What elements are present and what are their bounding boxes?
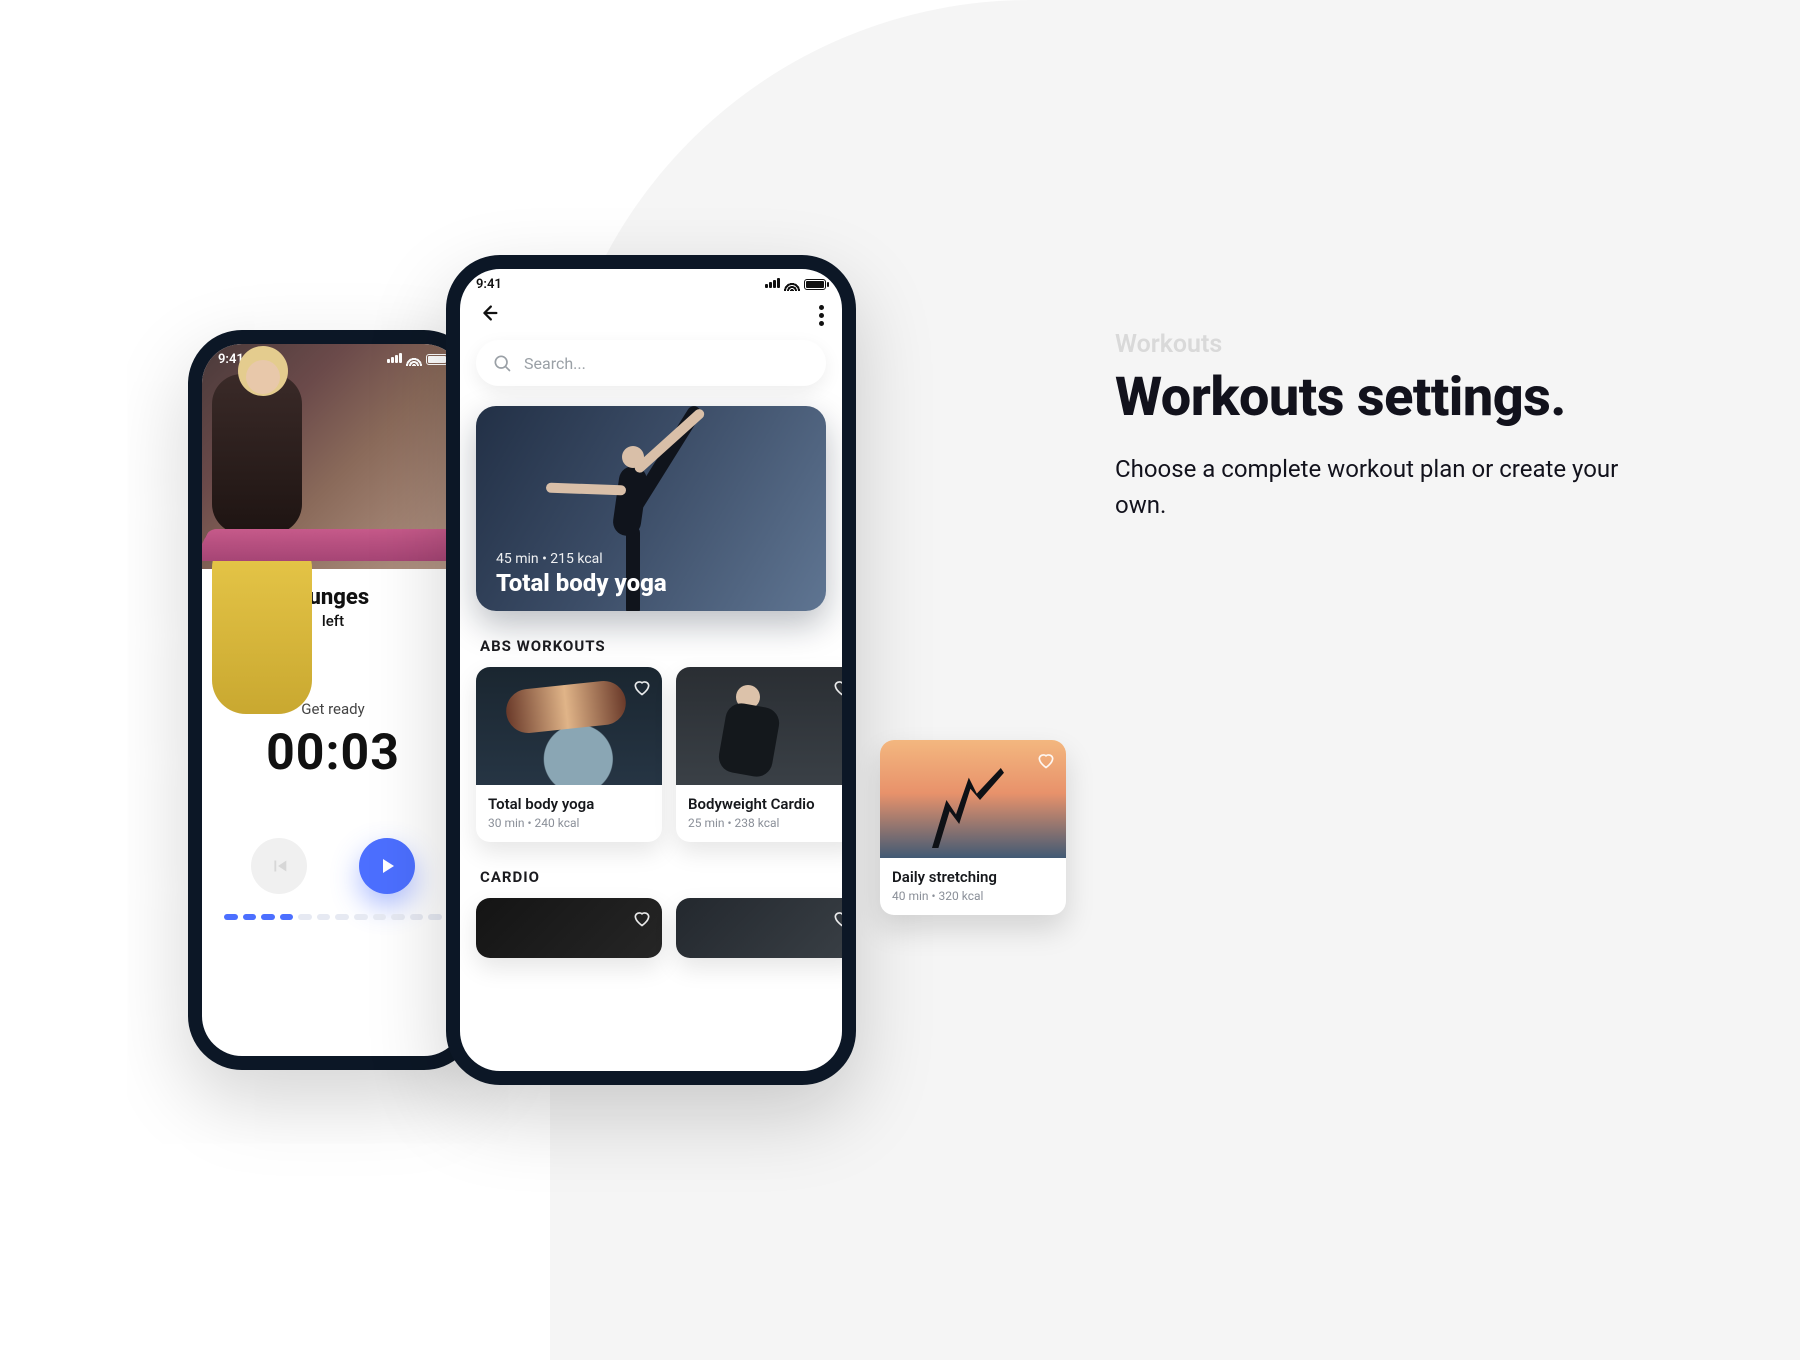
workout-title: Bodyweight Cardio xyxy=(688,795,850,813)
play-button[interactable] xyxy=(359,838,415,894)
previous-button[interactable] xyxy=(251,838,307,894)
featured-meta: 45 min • 215 kcal xyxy=(496,551,603,567)
exercise-progress xyxy=(212,894,454,920)
search-placeholder: Search... xyxy=(524,354,586,373)
countdown-timer: 00:03 xyxy=(212,724,454,782)
workout-card[interactable]: Bodyweight Cardio 25 min • 238 kcal xyxy=(676,667,856,842)
workout-title: Daily stretching xyxy=(892,868,1054,886)
more-options-button[interactable] xyxy=(819,305,824,326)
status-time: 9:41 xyxy=(218,352,244,367)
favorite-button[interactable] xyxy=(632,677,652,701)
status-icons xyxy=(764,277,826,292)
phone-workouts-list: 9:41 Search... 45 min • 215 kcal Total b… xyxy=(446,255,856,1085)
copy-body: Choose a complete workout plan or create… xyxy=(1115,451,1635,523)
section-abs-title: ABS WORKOUTS xyxy=(460,611,842,667)
workout-thumb xyxy=(476,667,662,785)
cellular-icon xyxy=(764,277,780,292)
battery-icon xyxy=(426,354,448,365)
workout-sub: 40 min • 320 kcal xyxy=(892,889,1054,903)
status-icons xyxy=(386,352,448,367)
workout-card[interactable] xyxy=(476,898,662,958)
favorite-button[interactable] xyxy=(632,908,652,932)
copy-title: Workouts settings. xyxy=(1115,369,1635,427)
battery-icon xyxy=(804,279,826,290)
workout-sub: 30 min • 240 kcal xyxy=(488,816,650,830)
section-cardio-title: CARDIO xyxy=(460,842,842,898)
wifi-icon xyxy=(406,354,422,366)
workout-card[interactable]: Total body yoga 30 min • 240 kcal xyxy=(476,667,662,842)
cellular-icon xyxy=(386,352,402,367)
status-time: 9:41 xyxy=(476,277,502,292)
workout-title: Total body yoga xyxy=(488,795,650,813)
workout-card-floating[interactable]: Daily stretching 40 min • 320 kcal xyxy=(880,740,1066,915)
marketing-copy: Workouts Workouts settings. Choose a com… xyxy=(1115,330,1635,523)
exercise-video-hero: 9:41 xyxy=(202,344,464,569)
workout-thumb xyxy=(676,898,856,958)
hero-illustration xyxy=(212,374,454,569)
workout-thumb xyxy=(676,667,856,785)
copy-kicker: Workouts xyxy=(1115,330,1635,359)
featured-workout-card[interactable]: 45 min • 215 kcal Total body yoga xyxy=(476,406,826,611)
search-icon xyxy=(492,353,512,373)
status-bar: 9:41 xyxy=(202,344,464,371)
wifi-icon xyxy=(784,279,800,291)
favorite-button[interactable] xyxy=(1036,750,1056,774)
status-bar: 9:41 xyxy=(460,269,842,296)
search-input[interactable]: Search... xyxy=(476,340,826,386)
workout-card[interactable] xyxy=(676,898,856,958)
favorite-button[interactable] xyxy=(832,677,852,701)
phone-exercise-player: 9:41 Lunges left Get ready 00:03 xyxy=(188,330,478,1070)
favorite-button[interactable] xyxy=(832,908,852,932)
workout-thumb xyxy=(476,898,662,958)
back-button[interactable] xyxy=(478,302,500,328)
workout-sub: 25 min • 238 kcal xyxy=(688,816,850,830)
workout-thumb xyxy=(880,740,1066,858)
featured-title: Total body yoga xyxy=(496,569,667,597)
